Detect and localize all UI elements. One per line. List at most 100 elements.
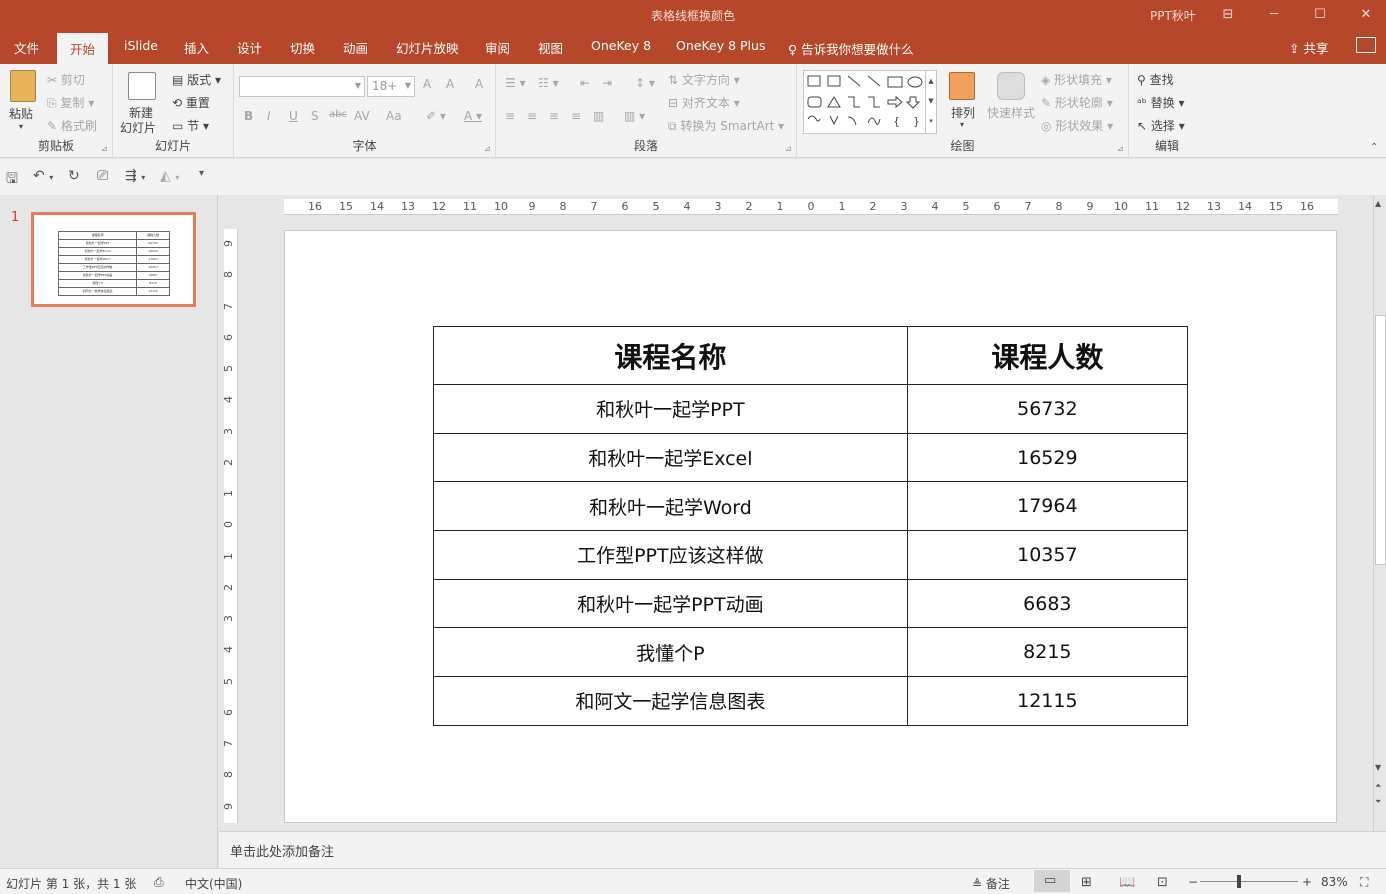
- paste-button[interactable]: 粘贴: [9, 105, 33, 122]
- line-spacing-icon[interactable]: ↕ ▾: [635, 76, 655, 90]
- course-count-cell[interactable]: 10357: [906, 530, 1189, 580]
- undo-icon[interactable]: ↶ ▾: [33, 168, 53, 184]
- header-course-count[interactable]: 课程人数: [906, 326, 1189, 385]
- save-icon[interactable]: 🖫: [6, 168, 18, 192]
- zoom-slider-track[interactable]: [1200, 881, 1298, 882]
- minimize-icon[interactable]: ─: [1251, 0, 1297, 30]
- course-name-cell[interactable]: 工作型PPT应该这样做: [433, 530, 908, 580]
- align-objects-icon[interactable]: ⇶ ▾: [125, 168, 145, 184]
- arrange-button[interactable]: 排列: [951, 104, 975, 121]
- vertical-ruler[interactable]: 9 8 7 6 5 4 3 2 1 0 1 2 3 4 5 6 7 8 9: [222, 229, 238, 823]
- text-direction-button[interactable]: ⇅ 文字方向 ▾: [668, 71, 740, 88]
- bold-button[interactable]: B: [244, 109, 253, 123]
- quick-styles-icon[interactable]: [997, 72, 1025, 100]
- paragraph-launcher-icon[interactable]: ⊿: [785, 144, 792, 153]
- increase-indent-icon[interactable]: ⇥: [602, 76, 612, 90]
- shape-fill-button[interactable]: ◈ 形状填充 ▾: [1041, 71, 1112, 88]
- char-spacing-button[interactable]: AV: [354, 109, 370, 123]
- course-count-cell[interactable]: 17964: [906, 481, 1189, 532]
- course-count-cell[interactable]: 56732: [906, 384, 1189, 434]
- comments-icon[interactable]: [1356, 37, 1376, 53]
- zoom-slider-handle[interactable]: [1237, 875, 1241, 888]
- collapse-ribbon-icon[interactable]: ⌃: [1370, 142, 1378, 153]
- align-text-button[interactable]: ⊟ 对齐文本 ▾: [668, 94, 740, 111]
- slideshow-from-start-icon[interactable]: ⎚: [97, 168, 108, 184]
- copy-button[interactable]: ⎘ 复制 ▾: [47, 94, 94, 111]
- tab-review[interactable]: 审阅: [485, 38, 510, 57]
- course-name-cell[interactable]: 和秋叶一起学PPT: [433, 384, 908, 434]
- share-button[interactable]: ⇪ 共享: [1289, 38, 1328, 57]
- new-slide-icon[interactable]: [128, 72, 156, 100]
- course-name-cell[interactable]: 和阿文一起学信息图表: [433, 676, 908, 726]
- distribute-icon[interactable]: ◭ ▾: [160, 168, 179, 184]
- shapes-gallery-scroll-icon[interactable]: ▲ ▼ ▾: [925, 71, 936, 133]
- shapes-gallery[interactable]: { } ▲ ▼ ▾: [803, 70, 937, 134]
- clear-formatting-icon[interactable]: A: [475, 77, 483, 91]
- shadow-button[interactable]: S: [311, 109, 319, 123]
- font-name-combo[interactable]: ▼: [239, 76, 365, 97]
- bullets-icon[interactable]: ☰ ▾: [505, 76, 526, 90]
- align-center-icon[interactable]: ≡: [527, 109, 537, 123]
- tell-me-search[interactable]: ♀ 告诉我你想要做什么: [788, 39, 914, 58]
- course-name-cell[interactable]: 和秋叶一起学Excel: [433, 432, 908, 483]
- scroll-down-icon[interactable]: ▼: [1375, 763, 1381, 772]
- spellcheck-icon[interactable]: ⎙: [154, 875, 164, 890]
- course-table[interactable]: 课程名称 课程人数 和秋叶一起学PPT 56732 和秋叶一起学Excel 16…: [433, 326, 1189, 726]
- section-button[interactable]: ▭ 节 ▾: [172, 117, 209, 134]
- strikethrough-button[interactable]: abc: [329, 109, 347, 120]
- course-count-cell[interactable]: 8215: [906, 627, 1189, 678]
- replace-button[interactable]: ᵃᵇ 替换 ▾: [1137, 94, 1185, 111]
- justify-icon[interactable]: ≡: [571, 109, 581, 123]
- zoom-in-icon[interactable]: +: [1302, 875, 1312, 889]
- tab-islide[interactable]: iSlide: [124, 38, 158, 53]
- underline-button[interactable]: U: [289, 109, 298, 123]
- shape-effects-button[interactable]: ◎ 形状效果 ▾: [1041, 117, 1113, 134]
- arrange-dropdown-icon[interactable]: ▾: [960, 120, 964, 129]
- course-name-cell[interactable]: 我懂个P: [433, 627, 908, 678]
- paste-icon[interactable]: [10, 70, 36, 102]
- vertical-scrollbar[interactable]: ▲ ▼ ⏶ ⏷: [1373, 195, 1386, 831]
- tab-slideshow[interactable]: 幻灯片放映: [396, 38, 459, 57]
- font-size-combo[interactable]: 18+ ▼: [367, 76, 415, 97]
- scrollbar-thumb[interactable]: [1375, 315, 1386, 565]
- quick-styles-button[interactable]: 快速样式: [987, 104, 1035, 121]
- notes-pane[interactable]: 单击此处添加备注: [219, 831, 1386, 868]
- next-slide-icon[interactable]: ⏷: [1375, 797, 1381, 807]
- italic-button[interactable]: I: [267, 109, 271, 123]
- reset-button[interactable]: ⟲ 重置: [172, 94, 210, 111]
- drawing-launcher-icon[interactable]: ⊿: [1117, 144, 1124, 153]
- tab-design[interactable]: 设计: [237, 38, 262, 57]
- slide-sorter-icon[interactable]: ⊞: [1081, 875, 1092, 890]
- course-count-cell[interactable]: 6683: [906, 578, 1189, 629]
- notes-toggle-button[interactable]: ≜ 备注: [972, 875, 1010, 892]
- shape-outline-button[interactable]: ✎ 形状轮廓 ▾: [1041, 94, 1113, 111]
- format-painter-button[interactable]: ✎ 格式刷: [47, 117, 97, 134]
- font-color-icon[interactable]: A ▾: [464, 109, 482, 123]
- find-button[interactable]: ⚲ 查找: [1137, 71, 1174, 88]
- horizontal-ruler[interactable]: 16 15 14 13 12 11 10 9 8 7 6 5 4 3 2 1 0 1 2 3 4 5 6 7 8 9 10 11 12 1…: [284, 199, 1338, 215]
- grow-font-icon[interactable]: A: [423, 77, 431, 91]
- tab-onekey8plus[interactable]: OneKey 8 Plus: [676, 38, 765, 53]
- smartart-button[interactable]: ⧉ 转换为 SmartArt ▾: [668, 117, 784, 134]
- notes-placeholder[interactable]: 单击此处添加备注: [230, 841, 334, 860]
- distributed-icon[interactable]: ▥: [593, 109, 604, 123]
- tab-transitions[interactable]: 切换: [290, 38, 315, 57]
- tab-animations[interactable]: 动画: [343, 38, 368, 57]
- align-right-icon[interactable]: ≡: [549, 109, 559, 123]
- zoom-level[interactable]: 83%: [1321, 875, 1348, 889]
- customize-qat-icon[interactable]: ▾: [199, 168, 204, 179]
- course-count-cell[interactable]: 12115: [906, 676, 1189, 726]
- font-launcher-icon[interactable]: ⊿: [484, 144, 491, 153]
- zoom-out-icon[interactable]: −: [1188, 875, 1198, 889]
- shrink-font-icon[interactable]: A: [446, 77, 454, 91]
- decrease-indent-icon[interactable]: ⇤: [580, 76, 590, 90]
- new-slide-label-2[interactable]: 幻灯片: [120, 119, 156, 136]
- tab-file[interactable]: 文件: [14, 38, 39, 57]
- course-count-cell[interactable]: 16529: [906, 432, 1189, 483]
- course-name-cell[interactable]: 和秋叶一起学PPT动画: [433, 578, 908, 629]
- select-button[interactable]: ↖ 选择 ▾: [1137, 117, 1185, 134]
- ribbon-display-options-icon[interactable]: ⊟: [1205, 0, 1251, 30]
- columns-icon[interactable]: ▥ ▾: [624, 109, 645, 123]
- course-name-cell[interactable]: 和秋叶一起学Word: [433, 481, 908, 532]
- redo-icon[interactable]: ↻: [68, 168, 80, 184]
